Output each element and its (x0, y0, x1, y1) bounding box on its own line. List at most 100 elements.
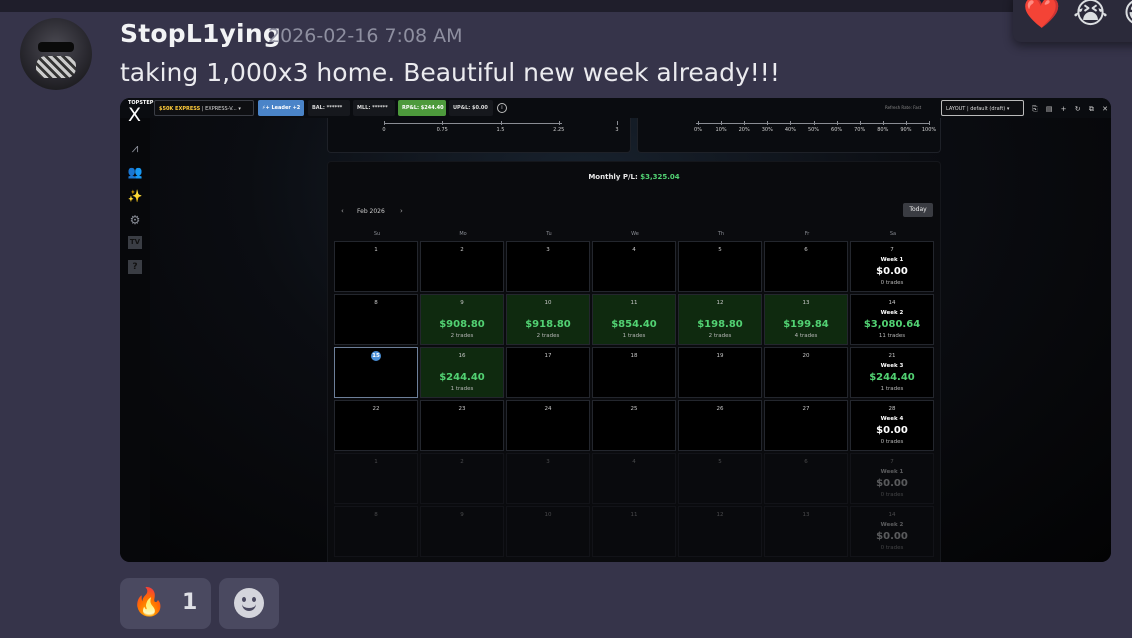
calendar-day-cell[interactable]: 23 (420, 400, 504, 451)
calendar-day-cell[interactable]: 3 (506, 453, 590, 504)
calendar-day-cell[interactable]: 6 (764, 241, 848, 292)
axis-tick-label: 80% (877, 127, 889, 133)
calendar-day-cell[interactable]: 16 $244.40 1 trades (420, 347, 504, 398)
calendar-day-cell[interactable]: 4 (592, 453, 676, 504)
day-trade-count: 2 trades (536, 333, 560, 339)
calendar-day-cell[interactable]: 24 (506, 400, 590, 451)
calendar-day-cell[interactable]: 27 (764, 400, 848, 451)
week-pnl: $0.00 (876, 531, 908, 542)
calendar-day-cell[interactable]: 22 (334, 400, 418, 451)
calendar-day-cell[interactable]: 10 (506, 506, 590, 557)
calendar-day-cell[interactable]: 26 (678, 400, 762, 451)
calendar-day-cell[interactable]: 25 (592, 400, 676, 451)
day-number: 9 (460, 300, 464, 306)
axis-tick (744, 121, 746, 125)
axis-tick-label: 10% (715, 127, 727, 133)
account-main-label: $50K EXPRESS (159, 106, 201, 112)
day-number: 3 (546, 459, 550, 465)
calendar-day-cell[interactable]: 6 (764, 453, 848, 504)
axis-tick (859, 121, 861, 125)
add-reaction-button[interactable] (219, 578, 279, 629)
calendar-day-cell[interactable]: 1 (334, 453, 418, 504)
day-number: 26 (716, 406, 724, 412)
username[interactable]: StopL1ying (120, 19, 281, 48)
crying-reaction-icon[interactable]: 😭 (1073, 0, 1108, 32)
axis-tick-label: 100% (921, 127, 937, 133)
calendar-day-cell[interactable]: 12 (678, 506, 762, 557)
layout-label: LAYOUT | default (draft) (946, 106, 1006, 112)
calendar-day-cell[interactable]: 20 (764, 347, 848, 398)
calendar-day-cell[interactable]: 13 $199.84 4 trades (764, 294, 848, 345)
calendar-day-cell[interactable]: 9 $908.80 2 trades (420, 294, 504, 345)
weekday-label: Su (373, 231, 381, 237)
week-pnl: $0.00 (876, 266, 908, 277)
calendar-day-cell[interactable]: 8 (334, 294, 418, 345)
day-number: 9 (460, 512, 464, 518)
axis-tick-label: 3 (615, 127, 619, 133)
week-trade-count: 0 trades (880, 492, 904, 498)
axis-tick (442, 121, 444, 125)
heart-reaction-icon[interactable]: ❤️ (1023, 0, 1060, 32)
axis-tick-label: 50% (807, 127, 820, 133)
fire-reaction-button[interactable]: 🔥 1 (120, 578, 211, 629)
calendar-day-cell[interactable]: 8 (334, 506, 418, 557)
calendar-day-cell[interactable]: 10 $918.80 2 trades (506, 294, 590, 345)
axis-tick-label: 0% (694, 127, 702, 133)
day-pnl: $918.80 (525, 319, 571, 330)
avatar[interactable] (20, 18, 92, 90)
day-number: 1 (374, 459, 378, 465)
calendar-day-cell[interactable]: 15 (334, 347, 418, 398)
calendar-day-cell[interactable]: 11 $854.40 1 trades (592, 294, 676, 345)
calendar-day-cell[interactable]: 3 (506, 241, 590, 292)
day-pnl: $198.80 (697, 319, 743, 330)
day-number: 22 (372, 406, 380, 412)
week-label: Week 3 (880, 363, 904, 369)
users-icon: 👥 (127, 165, 143, 179)
calendar-day-cell[interactable]: 13 (764, 506, 848, 557)
day-number: 10 (544, 512, 552, 518)
app-sidebar: X ⩘ 👥 ✨ ⚙ TV ? (120, 104, 150, 562)
calendar-day-cell[interactable]: 2 (420, 453, 504, 504)
week-label: Week 1 (880, 469, 904, 475)
avatar-sunglasses (38, 42, 74, 52)
day-number: 8 (374, 300, 378, 306)
smiley-right-eye (252, 597, 256, 602)
chart-icon: ⩘ (131, 141, 139, 155)
calendar-day-cell[interactable]: 19 (678, 347, 762, 398)
calendar-day-cell[interactable]: 17 (506, 347, 590, 398)
today-button: Today (903, 203, 933, 217)
smile-reaction-icon[interactable]: 😄 (1123, 0, 1132, 32)
week-trade-count: 1 trades (880, 386, 904, 392)
weekday-label: Mo (459, 231, 467, 237)
calendar-day-cell[interactable]: 5 (678, 241, 762, 292)
week-summary-cell: 7 Week 1 $0.00 0 trades (850, 241, 934, 292)
axis-tick (384, 121, 385, 125)
week-summary-cell: 14 Week 2 $3,080.64 11 trades (850, 294, 934, 345)
left-axis-line (384, 123, 562, 124)
day-number: 4 (632, 459, 636, 465)
calendar-day-cell[interactable]: 9 (420, 506, 504, 557)
account-select: $50K EXPRESS | EXPRESS-V... ▾ (154, 100, 254, 116)
day-number: 8 (374, 512, 378, 518)
month-label: Feb 2026 (357, 208, 385, 215)
axis-tick-label: 2.25 (553, 127, 565, 133)
calendar-day-cell[interactable]: 2 (420, 241, 504, 292)
day-pnl: $244.40 (439, 372, 485, 383)
calendar-day-cell[interactable]: 18 (592, 347, 676, 398)
axis-tick (698, 121, 699, 125)
week-pnl: $3,080.64 (863, 319, 921, 330)
attached-screenshot[interactable]: TOPSTEP $50K EXPRESS | EXPRESS-V... ▾ ⚡+… (120, 98, 1111, 562)
axis-tick (929, 121, 930, 125)
day-number: 5 (718, 459, 722, 465)
weekday-label: Tu (546, 231, 552, 237)
calendar-day-cell[interactable]: 12 $198.80 2 trades (678, 294, 762, 345)
calendar-day-cell[interactable]: 4 (592, 241, 676, 292)
calendar-day-cell[interactable]: 11 (592, 506, 676, 557)
smiley-left-eye (242, 597, 246, 602)
week-label: Week 2 (880, 522, 904, 528)
monthly-pnl: Monthly P/L: $3,325.04 (328, 173, 940, 181)
calendar-day-cell[interactable]: 1 (334, 241, 418, 292)
axis-tick-label: 1.5 (496, 127, 505, 133)
calendar-day-cell[interactable]: 5 (678, 453, 762, 504)
axis-tick (813, 121, 815, 125)
